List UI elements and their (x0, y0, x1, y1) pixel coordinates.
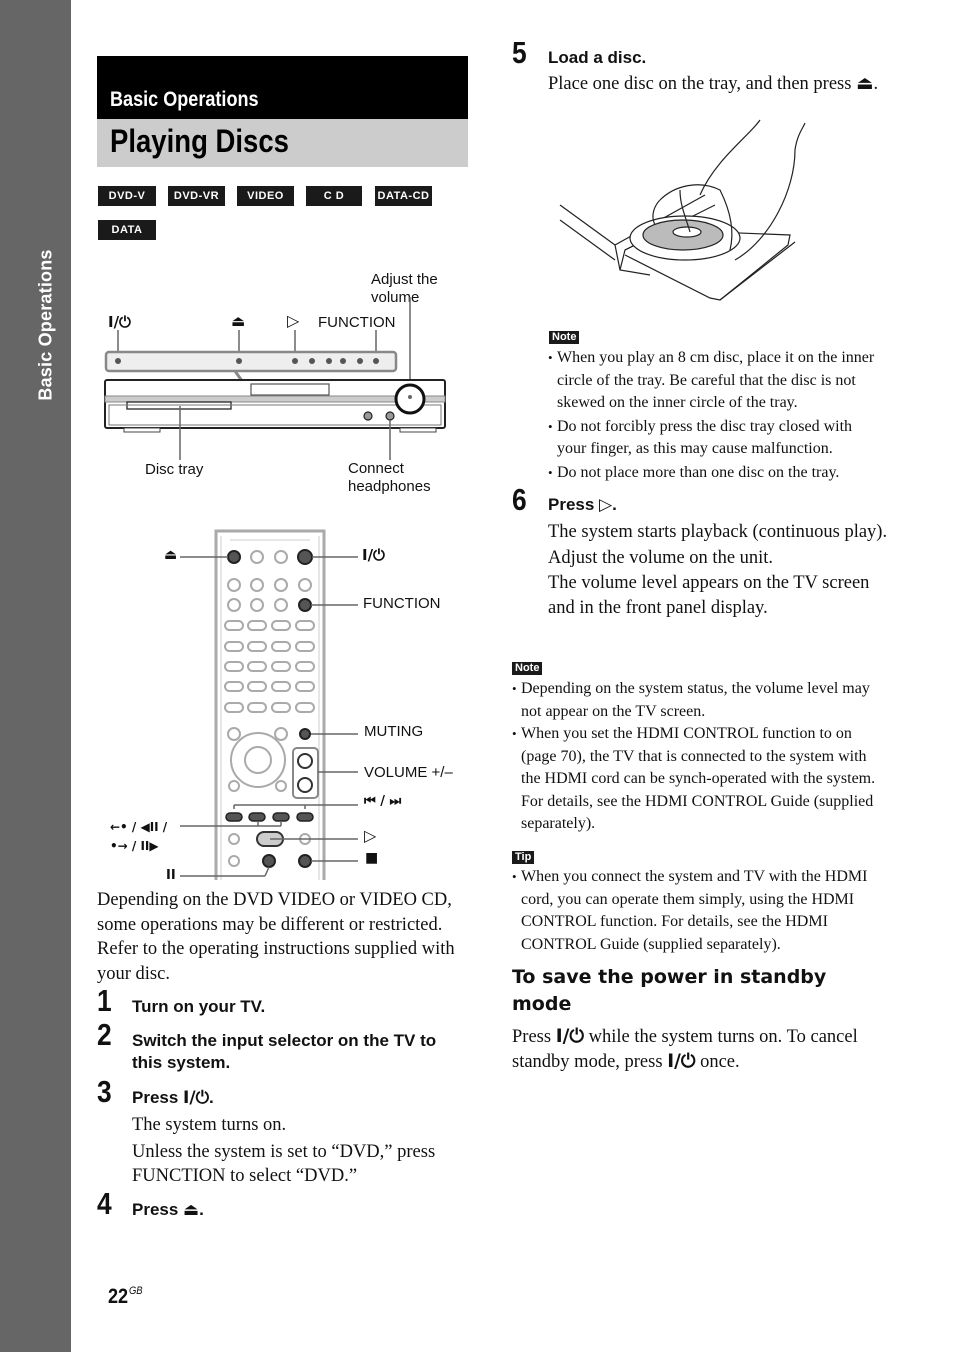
remote-button (247, 620, 267, 631)
intro-paragraph: Depending on the DVD VIDEO or VIDEO CD, … (97, 890, 455, 984)
play-symbol: ▷ (599, 495, 613, 515)
remote-button (224, 620, 244, 631)
stop-button (298, 854, 312, 868)
remote-eject-icon: ⏏ (164, 547, 178, 563)
remote-button (298, 578, 312, 592)
remote-play-icon: ▷ (364, 826, 377, 845)
remote-button (274, 727, 288, 741)
remote-button (274, 598, 288, 612)
volume-up (297, 753, 313, 769)
step-3-body: The system turns on. Unless the system i… (132, 1115, 436, 1186)
power-symbol: I/⏻ (667, 1050, 696, 1072)
step-6-body: The system starts playback (continuous p… (548, 522, 888, 618)
note-badge-2: Note (512, 662, 543, 675)
volume-down (297, 777, 313, 793)
step-5-body: Place one disc on the tray, and then pre… (548, 74, 879, 94)
remote-button (247, 661, 267, 672)
remote-button (271, 681, 291, 692)
remote-button (227, 578, 241, 592)
remote-button (227, 727, 241, 741)
power-symbol: I/⏻ (183, 1088, 210, 1108)
transport-button (272, 812, 290, 822)
remote-button (298, 598, 312, 612)
page-number: 22GB (108, 1285, 143, 1308)
transport-button (248, 812, 266, 822)
remote-button (224, 641, 244, 652)
power-symbol: I/⏻ (555, 1026, 584, 1047)
tip-badge: Tip (512, 851, 535, 864)
prev-next-icon: ⏮ / ⏭ (364, 794, 402, 809)
transport-button (296, 812, 314, 822)
pause-icon: II (166, 868, 176, 883)
remote-button (271, 641, 291, 652)
step-5-title: Load a disc. (548, 48, 647, 67)
label-function-button: FUNCTION (363, 595, 441, 612)
pause-button (262, 854, 276, 868)
note-2-list: Depending on the system status, the volu… (512, 678, 887, 836)
remote-button (271, 661, 291, 672)
step-3-title: Press I/⏻. (132, 1088, 214, 1108)
tip-list: When you connect the system and TV with … (512, 866, 887, 956)
remote-button (247, 702, 267, 713)
note-2-item: Depending on the system status, the volu… (512, 678, 887, 723)
enter-button (244, 746, 272, 774)
step-2-title: Switch the input selector on the TV to t… (132, 1031, 437, 1072)
label-volume: VOLUME +/– (364, 764, 453, 781)
remote-button (274, 578, 288, 592)
remote-button (247, 641, 267, 652)
advance-slow-icon: •→ / II▶ (110, 839, 159, 853)
remote-button (224, 702, 244, 713)
note-1-item: When you play an 8 cm disc, place it on … (548, 347, 883, 415)
replay-slow-icon: ←• / ◀II / (110, 820, 168, 834)
remote-button (295, 681, 315, 692)
remote-button (271, 620, 291, 631)
remote-button (295, 641, 315, 652)
transport-button (225, 812, 243, 822)
remote-button (250, 550, 264, 564)
remote-button (250, 578, 264, 592)
step-5-number: 5 (512, 35, 527, 70)
remote-button (271, 702, 291, 713)
remote-button (295, 661, 315, 672)
tip-item: When you connect the system and TV with … (512, 866, 887, 956)
note-badge-1: Note (549, 331, 580, 344)
remote-button (297, 549, 313, 565)
step-3-number: 3 (97, 1074, 112, 1109)
remote-button (250, 598, 264, 612)
note-2-item: When you set the HDMI CONTROL function t… (512, 723, 887, 836)
muting-button (299, 728, 311, 740)
step-4-title: Press ⏏. (132, 1200, 204, 1220)
eject-symbol: ⏏ (183, 1200, 200, 1220)
remote-button (295, 702, 315, 713)
stop-icon: ■ (365, 850, 379, 866)
note-1-item: Do not place more than one disc on the t… (548, 462, 883, 485)
step-6-number: 6 (512, 482, 527, 517)
step-1-title: Turn on your TV. (132, 997, 266, 1016)
remote-button (227, 598, 241, 612)
step-1-number: 1 (97, 983, 112, 1018)
remote-power-icon: I/⏻ (362, 546, 385, 564)
remote-button (295, 620, 315, 631)
remote-button (224, 681, 244, 692)
remote-button (274, 550, 288, 564)
remote-button (224, 661, 244, 672)
step-2-number: 2 (97, 1017, 112, 1052)
step-6-title: Press ▷. (548, 495, 617, 515)
disc-loading-illustration (559, 119, 806, 301)
note-1-list: When you play an 8 cm disc, place it on … (548, 347, 883, 484)
remote-button (227, 550, 241, 564)
label-muting: MUTING (364, 723, 424, 740)
note-1-item: Do not forcibly press the disc tray clos… (548, 416, 883, 461)
step-4-number: 4 (97, 1186, 112, 1221)
standby-paragraph: Press I/⏻ while the system turns on. To … (512, 1026, 858, 1072)
standby-heading: To save the power in standby mode (512, 966, 827, 1015)
remote-button (247, 681, 267, 692)
